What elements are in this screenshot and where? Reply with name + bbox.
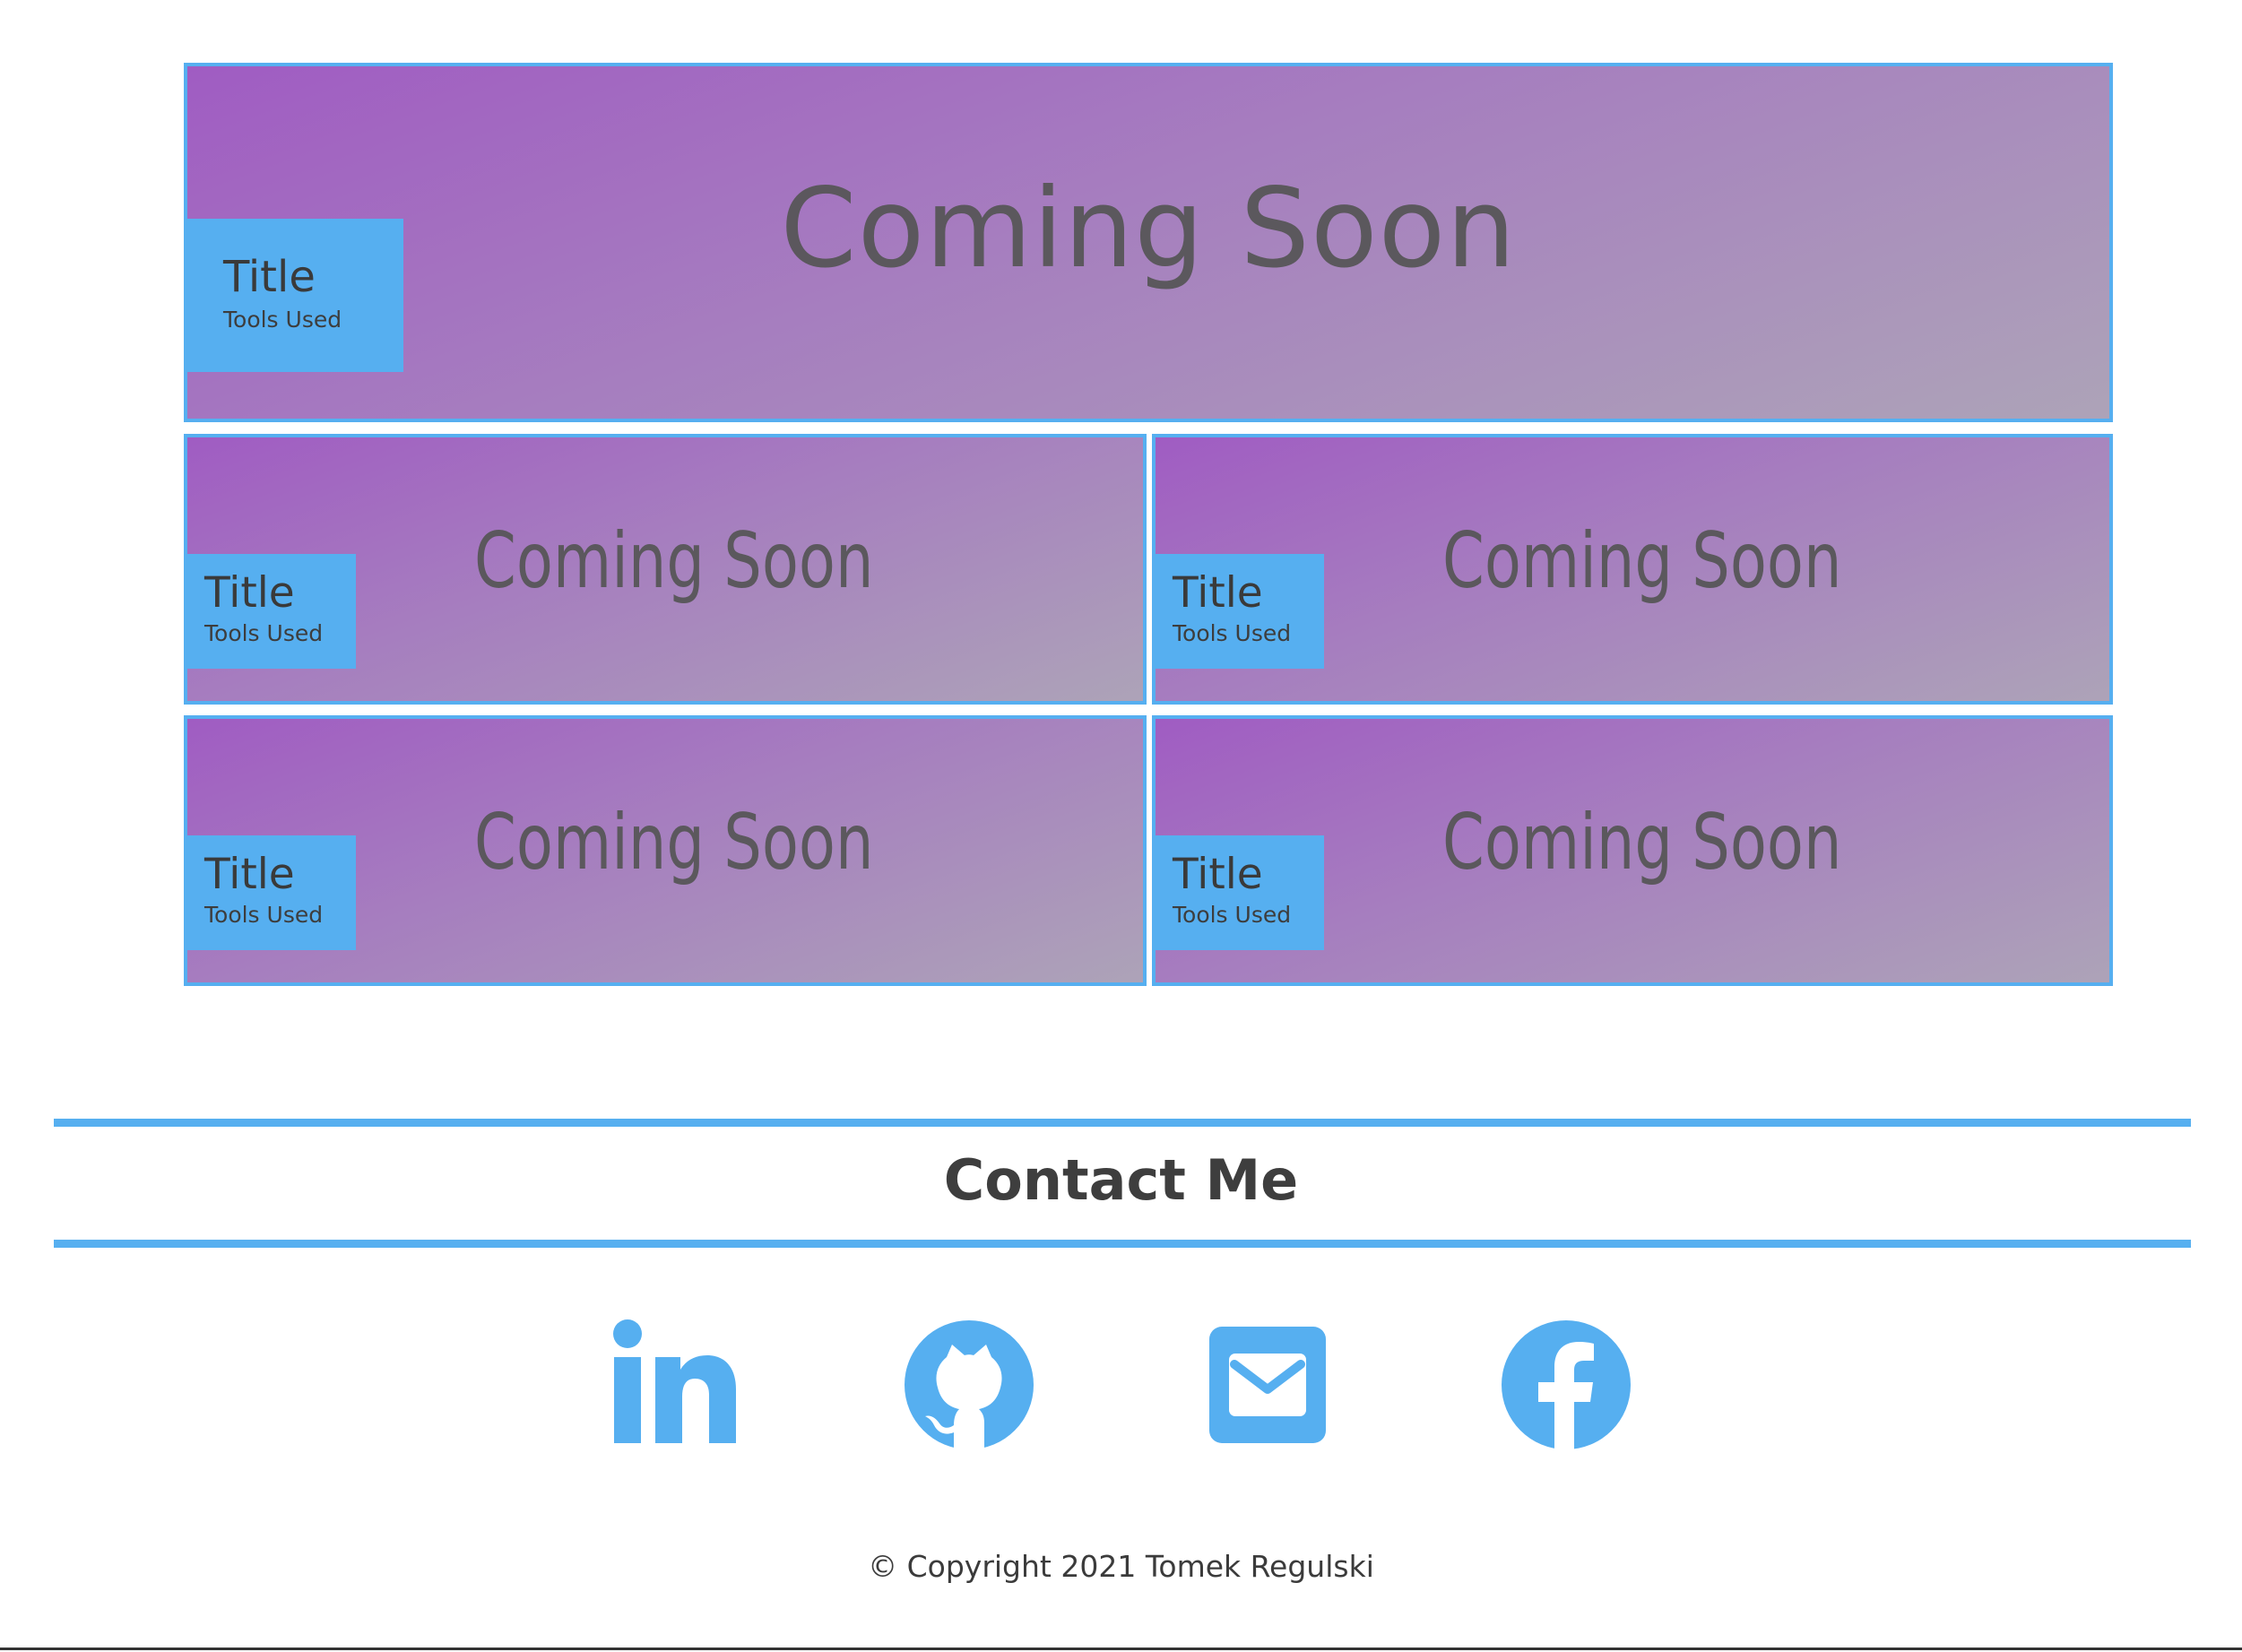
project-image-placeholder: Coming Soon	[1442, 798, 1842, 887]
project-title: Title	[204, 568, 295, 618]
project-label: Title Tools Used	[187, 219, 403, 372]
project-label: Title Tools Used	[187, 835, 356, 950]
email-link[interactable]	[1200, 1318, 1335, 1452]
project-label: Title Tools Used	[1156, 554, 1324, 669]
project-card-featured[interactable]: Coming Soon Title Tools Used	[184, 63, 2113, 422]
project-title: Title	[223, 252, 316, 302]
github-link[interactable]	[902, 1318, 1036, 1452]
linkedin-icon	[613, 1319, 736, 1443]
contact-divider-top	[54, 1119, 2191, 1127]
facebook-link[interactable]	[1499, 1318, 1633, 1452]
portfolio-page: Coming Soon Title Tools Used Coming Soon…	[0, 0, 2242, 1652]
project-card[interactable]: Coming Soon Title Tools Used	[1152, 434, 2113, 705]
contact-divider-bottom	[54, 1240, 2191, 1248]
contact-heading: Contact Me	[943, 1147, 1299, 1213]
project-image-placeholder: Coming Soon	[474, 516, 874, 606]
project-image-placeholder: Coming Soon	[1442, 516, 1842, 606]
project-label: Title Tools Used	[187, 554, 356, 669]
project-image-placeholder: Coming Soon	[474, 798, 874, 887]
project-tools: Tools Used	[223, 307, 342, 333]
linkedin-link[interactable]	[605, 1318, 740, 1452]
project-tools: Tools Used	[204, 620, 324, 646]
project-tools: Tools Used	[204, 902, 324, 928]
project-image-placeholder: Coming Soon	[780, 165, 1517, 292]
project-card[interactable]: Coming Soon Title Tools Used	[184, 715, 1147, 986]
project-tools: Tools Used	[1173, 902, 1292, 928]
github-icon	[905, 1320, 1034, 1451]
project-title: Title	[1173, 850, 1263, 899]
project-title: Title	[204, 850, 295, 899]
mail-icon	[1209, 1327, 1326, 1443]
project-title: Title	[1173, 568, 1263, 618]
project-label: Title Tools Used	[1156, 835, 1324, 950]
project-tools: Tools Used	[1173, 620, 1292, 646]
page-bottom-border	[0, 1648, 2242, 1650]
footer-copyright: © Copyright 2021 Tomek Regulski	[868, 1549, 1374, 1584]
project-card[interactable]: Coming Soon Title Tools Used	[184, 434, 1147, 705]
facebook-icon	[1502, 1320, 1631, 1451]
project-card[interactable]: Coming Soon Title Tools Used	[1152, 715, 2113, 986]
